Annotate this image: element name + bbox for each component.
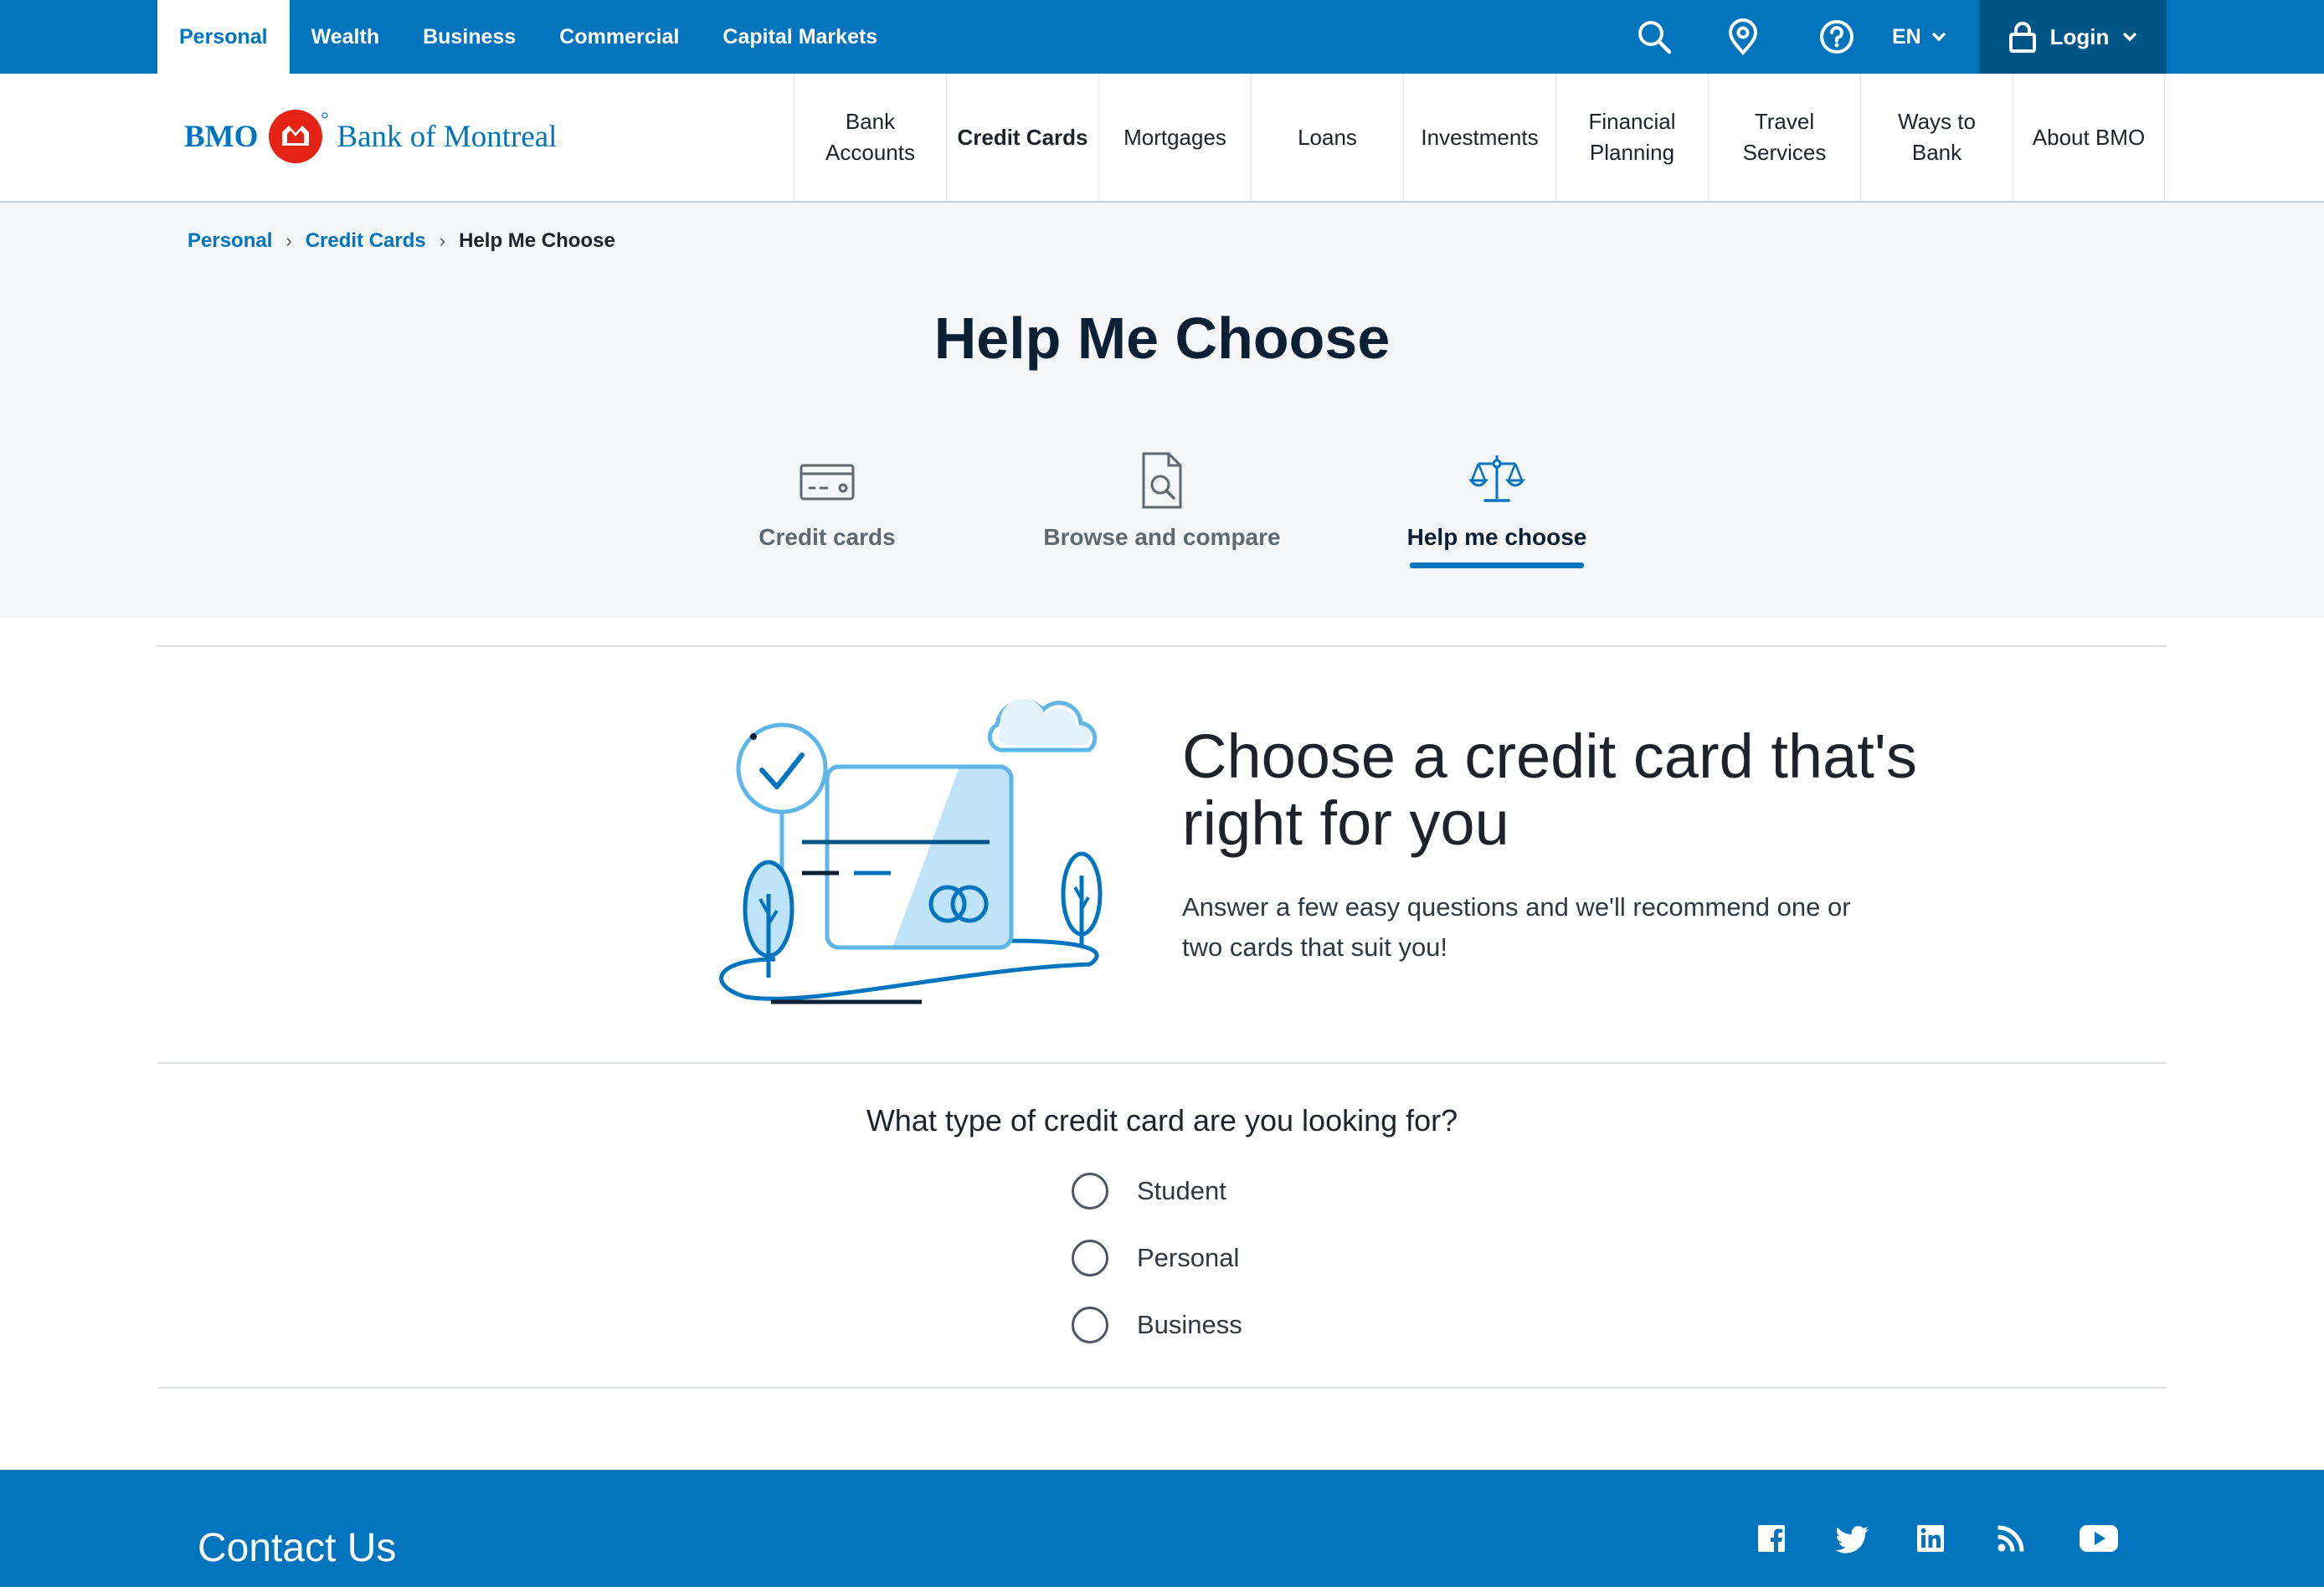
tab-credit-cards[interactable]: Credit cards bbox=[693, 450, 961, 551]
top-bar: Personal Wealth Business Commercial Capi… bbox=[0, 0, 2324, 74]
youtube-icon[interactable] bbox=[2078, 1520, 2120, 1557]
tab-label: Help me choose bbox=[1406, 524, 1587, 550]
logo-bank-name: Bank of Montreal bbox=[337, 119, 558, 154]
option-student[interactable]: Student bbox=[1072, 1168, 1226, 1214]
nav-about-bmo[interactable]: About BMO bbox=[2013, 74, 2165, 201]
segment-tab-personal[interactable]: Personal bbox=[157, 0, 290, 74]
nav-label: Ways to Bank bbox=[1898, 109, 1976, 165]
tab-label: Credit cards bbox=[758, 524, 896, 550]
main-nav: Bank Accounts Credit Cards Mortgages Loa… bbox=[794, 74, 2165, 201]
breadcrumb: Personal › Credit Cards › Help Me Choose bbox=[188, 229, 615, 253]
nav-investments[interactable]: Investments bbox=[1403, 74, 1555, 201]
nav-label: Bank Accounts bbox=[825, 109, 915, 165]
lock-icon bbox=[2008, 21, 2037, 53]
nav-ways-to-bank[interactable]: Ways to Bank bbox=[1860, 74, 2013, 201]
logo-bmo-text: BMO bbox=[184, 119, 259, 154]
linkedin-icon[interactable] bbox=[1912, 1520, 1949, 1557]
credit-card-illustration bbox=[708, 675, 1110, 1009]
option-label: Personal bbox=[1137, 1243, 1240, 1272]
nav-financial-planning[interactable]: Financial Planning bbox=[1555, 74, 1708, 201]
login-button[interactable]: Login bbox=[1979, 0, 2167, 74]
nav-label: Credit Cards bbox=[957, 124, 1088, 150]
hero-section: Personal › Credit Cards › Help Me Choose… bbox=[0, 203, 2324, 618]
nav-label: Loans bbox=[1298, 124, 1357, 150]
breadcrumb-personal[interactable]: Personal bbox=[188, 229, 272, 253]
nav-label: Mortgages bbox=[1123, 124, 1226, 150]
nav-mortgages[interactable]: Mortgages bbox=[1098, 74, 1251, 201]
radio-button[interactable] bbox=[1072, 1240, 1108, 1276]
nav-label: Investments bbox=[1421, 124, 1539, 150]
chevron-right-icon: › bbox=[285, 230, 292, 251]
nav-credit-cards[interactable]: Credit Cards bbox=[946, 74, 1098, 201]
question-text: What type of credit card are you looking… bbox=[866, 1103, 1458, 1138]
chevron-right-icon: › bbox=[439, 230, 446, 251]
bmo-logo[interactable]: BMO Bank of Montreal bbox=[184, 109, 557, 164]
tab-help-me-choose[interactable]: Help me choose bbox=[1363, 450, 1631, 568]
nav-label: Travel Services bbox=[1742, 109, 1827, 165]
chevron-down-icon bbox=[2122, 32, 2137, 42]
main-header: BMO Bank of Montreal Bank Accounts Credi… bbox=[0, 74, 2324, 203]
roundel-icon bbox=[266, 107, 328, 166]
segment-tab-wealth[interactable]: Wealth bbox=[290, 0, 402, 74]
language-selector[interactable]: EN bbox=[1892, 0, 1946, 74]
rss-icon[interactable] bbox=[1992, 1520, 2029, 1557]
option-label: Student bbox=[1137, 1176, 1226, 1205]
nav-travel-services[interactable]: Travel Services bbox=[1708, 74, 1860, 201]
chevron-down-icon bbox=[1931, 32, 1946, 42]
credit-card-icon bbox=[797, 450, 857, 511]
segment-tab-business[interactable]: Business bbox=[401, 0, 537, 74]
tab-browse-compare[interactable]: Browse and compare bbox=[1028, 450, 1296, 551]
breadcrumb-credit-cards[interactable]: Credit Cards bbox=[306, 229, 426, 253]
segment-nav: Personal Wealth Business Commercial Capi… bbox=[157, 0, 899, 74]
option-business[interactable]: Business bbox=[1072, 1302, 1242, 1348]
tab-label: Browse and compare bbox=[1043, 524, 1281, 550]
promo-title: Choose a credit card that's right for yo… bbox=[1182, 722, 1917, 858]
section-divider bbox=[157, 1387, 2167, 1389]
contact-us-heading[interactable]: Contact Us bbox=[198, 1525, 396, 1571]
active-tab-indicator bbox=[1410, 562, 1584, 568]
option-label: Business bbox=[1137, 1310, 1242, 1339]
segment-tab-commercial[interactable]: Commercial bbox=[537, 0, 701, 74]
language-label: EN bbox=[1892, 24, 1921, 49]
nav-label: About BMO bbox=[2032, 124, 2146, 150]
radio-button[interactable] bbox=[1072, 1173, 1108, 1210]
location-pin-icon[interactable] bbox=[1723, 17, 1763, 57]
nav-loans[interactable]: Loans bbox=[1251, 74, 1403, 201]
radio-button[interactable] bbox=[1072, 1307, 1108, 1343]
help-icon[interactable] bbox=[1817, 17, 1857, 57]
twitter-icon[interactable] bbox=[1835, 1520, 1872, 1557]
section-divider bbox=[157, 645, 2167, 647]
option-personal[interactable]: Personal bbox=[1072, 1235, 1239, 1281]
scales-icon bbox=[1467, 450, 1527, 511]
page-title: Help Me Choose bbox=[933, 306, 1391, 371]
search-icon[interactable] bbox=[1634, 17, 1674, 57]
section-divider bbox=[157, 1062, 2167, 1064]
segment-tab-capital-markets[interactable]: Capital Markets bbox=[701, 0, 899, 74]
promo-subtitle: Answer a few easy questions and we'll re… bbox=[1182, 892, 1851, 962]
facebook-icon[interactable] bbox=[1753, 1520, 1790, 1557]
login-label: Login bbox=[2049, 23, 2110, 49]
breadcrumb-current: Help Me Choose bbox=[459, 229, 615, 252]
nav-bank-accounts[interactable]: Bank Accounts bbox=[794, 74, 946, 201]
nav-label: Financial Planning bbox=[1588, 109, 1676, 165]
document-search-icon bbox=[1132, 450, 1192, 511]
footer: Contact Us bbox=[0, 1470, 2324, 1587]
